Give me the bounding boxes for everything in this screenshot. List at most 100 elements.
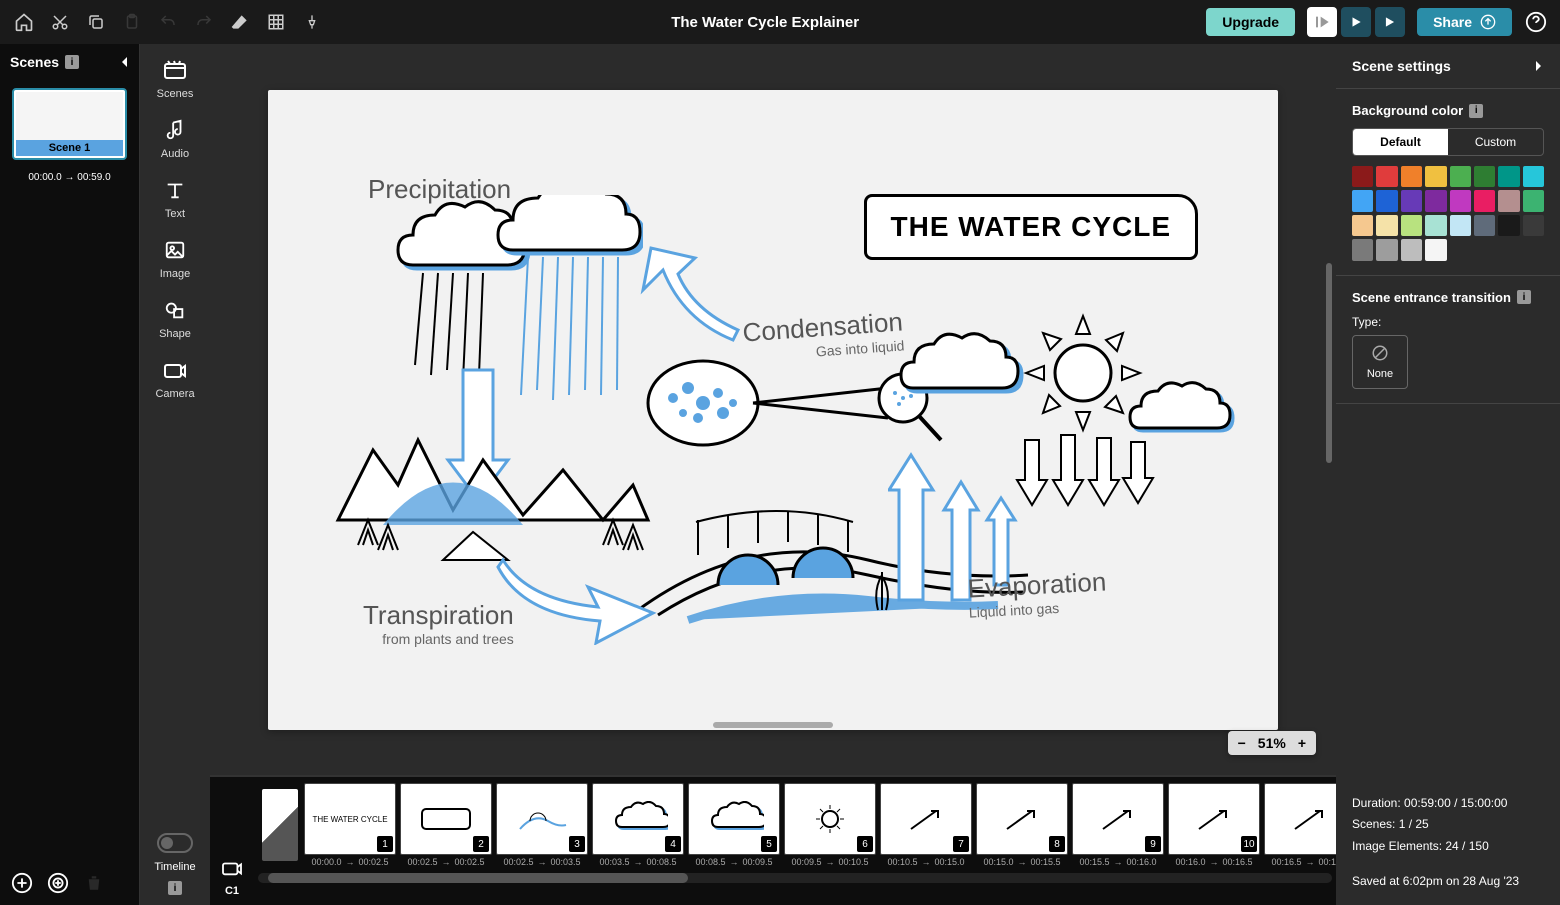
transition-none[interactable]: None	[1352, 335, 1408, 389]
play-scene-button[interactable]	[1341, 7, 1371, 37]
color-swatch[interactable]	[1523, 190, 1544, 211]
background-color-section: Background colori Default Custom	[1336, 89, 1560, 276]
toolbar-left-group	[12, 10, 324, 34]
zoom-out-button[interactable]: −	[1238, 735, 1246, 751]
timeline-frame[interactable]: 400:03.5→00:08.5	[592, 783, 684, 867]
color-swatch[interactable]	[1376, 239, 1397, 260]
home-icon[interactable]	[12, 10, 36, 34]
project-stats: Duration: 00:59:00 / 15:00:00 Scenes: 1 …	[1336, 781, 1560, 905]
pin-icon[interactable]	[300, 10, 324, 34]
arrow-cond-to-precip[interactable]	[623, 240, 753, 360]
timeline-frame[interactable]: 600:09.5→00:10.5	[784, 783, 876, 867]
color-swatch[interactable]	[1352, 190, 1373, 211]
tool-shape[interactable]: Shape	[159, 296, 191, 340]
color-swatch[interactable]	[1498, 215, 1519, 236]
canvas-viewport: THE WATER CYCLE Precipitation	[210, 44, 1336, 775]
timeline-toggle[interactable]	[157, 833, 193, 853]
timeline-frames: THE WATER CYCLE100:00.0→00:02.5200:02.5→…	[254, 777, 1336, 867]
color-swatch[interactable]	[1401, 166, 1422, 187]
color-swatch[interactable]	[1401, 215, 1422, 236]
timeline-scrollbar[interactable]	[258, 873, 1332, 883]
play-all-button[interactable]	[1375, 7, 1405, 37]
small-cloud[interactable]	[1128, 380, 1238, 445]
frame-time: 00:08.5→00:09.5	[688, 855, 780, 867]
info-icon[interactable]: i	[168, 881, 182, 895]
share-button[interactable]: Share	[1417, 8, 1512, 36]
grid-icon[interactable]	[264, 10, 288, 34]
color-swatch[interactable]	[1450, 190, 1471, 211]
info-icon[interactable]: i	[1469, 104, 1483, 118]
landscape-mountains[interactable]	[323, 390, 653, 570]
diagram-title-box[interactable]: THE WATER CYCLE	[864, 194, 1198, 260]
color-swatch[interactable]	[1450, 215, 1471, 236]
scene-thumbnail[interactable]: Scene 1	[12, 88, 127, 160]
color-swatch[interactable]	[1474, 190, 1495, 211]
canvas-v-scrollbar[interactable]	[1326, 263, 1332, 463]
color-swatch[interactable]	[1425, 239, 1446, 260]
timeline-frame[interactable]: 800:15.0→00:15.5	[976, 783, 1068, 867]
frame-time: 00:16.0→00:16.5	[1168, 855, 1260, 867]
tool-scenes[interactable]: Scenes	[157, 56, 194, 100]
timeline-frame[interactable]: 200:02.5→00:02.5	[400, 783, 492, 867]
bg-tab-custom[interactable]: Custom	[1448, 129, 1543, 155]
color-swatch[interactable]	[1425, 166, 1446, 187]
tool-camera[interactable]: Camera	[155, 356, 194, 400]
redo-icon	[192, 10, 216, 34]
frame-thumb: 8	[976, 783, 1068, 855]
condensation-cloud[interactable]	[898, 330, 1028, 410]
timeline-frame[interactable]: 1000:16.0→00:16.5	[1168, 783, 1260, 867]
color-swatch[interactable]	[1523, 166, 1544, 187]
label-evaporation[interactable]: EvaporationLiquid into gas	[967, 566, 1108, 620]
canvas[interactable]: THE WATER CYCLE Precipitation	[268, 90, 1278, 730]
copy-icon[interactable]	[84, 10, 108, 34]
color-swatch[interactable]	[1425, 190, 1446, 211]
color-swatch[interactable]	[1352, 239, 1373, 260]
tool-image[interactable]: Image	[160, 236, 191, 280]
bg-tab-default[interactable]: Default	[1353, 129, 1448, 155]
scene-settings-header[interactable]: Scene settings	[1336, 44, 1560, 89]
color-swatch[interactable]	[1376, 166, 1397, 187]
timeline-camera-icon[interactable]	[221, 859, 243, 877]
help-icon[interactable]	[1524, 10, 1548, 34]
eraser-icon[interactable]	[228, 10, 252, 34]
upgrade-button[interactable]: Upgrade	[1206, 8, 1295, 36]
color-swatch[interactable]	[1401, 239, 1422, 260]
color-swatch[interactable]	[1376, 215, 1397, 236]
tool-audio[interactable]: Audio	[161, 116, 189, 160]
frame-time: 00:16.5→00:17.0	[1264, 855, 1336, 867]
zoom-in-button[interactable]: +	[1298, 735, 1306, 751]
collapse-icon[interactable]	[119, 55, 129, 69]
timeline-frame[interactable]: 300:02.5→00:03.5	[496, 783, 588, 867]
tool-text[interactable]: Text	[161, 176, 189, 220]
timeline-scrollbar-handle[interactable]	[268, 873, 688, 883]
timeline-frame[interactable]: 1100:16.5→00:17.0	[1264, 783, 1336, 867]
timeline-start-marker[interactable]	[262, 789, 298, 861]
color-swatch[interactable]	[1376, 190, 1397, 211]
timeline-frame[interactable]: 700:10.5→00:15.0	[880, 783, 972, 867]
color-swatch[interactable]	[1474, 215, 1495, 236]
arrow-transpiration[interactable]	[488, 545, 668, 645]
scenes-icon	[161, 56, 189, 84]
add-scene-icon[interactable]	[10, 871, 34, 895]
color-swatch[interactable]	[1474, 166, 1495, 187]
color-swatch[interactable]	[1523, 215, 1544, 236]
color-swatch[interactable]	[1352, 166, 1373, 187]
duplicate-scene-icon[interactable]	[46, 871, 70, 895]
color-swatch[interactable]	[1425, 215, 1446, 236]
timeline-frame[interactable]: 500:08.5→00:09.5	[688, 783, 780, 867]
scenes-panel-header: Scenes i	[0, 44, 139, 80]
tools-sidebar: Scenes Audio Text Image Shape Camera Tim…	[140, 44, 210, 905]
color-swatch[interactable]	[1450, 166, 1471, 187]
color-swatch[interactable]	[1401, 190, 1422, 211]
canvas-h-scrollbar[interactable]	[713, 722, 833, 728]
color-swatch[interactable]	[1352, 215, 1373, 236]
cut-icon[interactable]	[48, 10, 72, 34]
info-icon[interactable]: i	[65, 55, 79, 69]
color-swatch[interactable]	[1498, 166, 1519, 187]
info-icon[interactable]: i	[1517, 290, 1531, 304]
color-swatch[interactable]	[1498, 190, 1519, 211]
timeline-frame[interactable]: 900:15.5→00:16.0	[1072, 783, 1164, 867]
timeline-frame[interactable]: THE WATER CYCLE100:00.0→00:02.5	[304, 783, 396, 867]
preview-start-button[interactable]	[1307, 7, 1337, 37]
project-title[interactable]: The Water Cycle Explainer	[332, 14, 1198, 31]
